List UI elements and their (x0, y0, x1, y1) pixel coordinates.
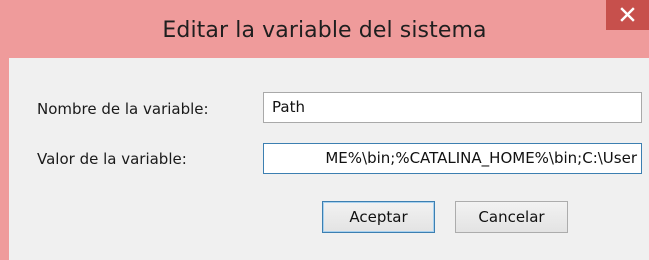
variable-name-label: Nombre de la variable: (37, 100, 209, 118)
variable-value-label: Valor de la variable: (37, 150, 187, 168)
window-title: Editar la variable del sistema (162, 18, 487, 43)
close-icon (620, 7, 635, 22)
title-bar[interactable]: Editar la variable del sistema (0, 0, 649, 58)
cancel-button[interactable]: Cancelar (455, 201, 568, 233)
variable-name-input[interactable]: Path (263, 92, 642, 123)
edit-system-variable-dialog: Editar la variable del sistema Nombre de… (0, 0, 649, 260)
ok-button[interactable]: Aceptar (322, 201, 435, 233)
close-button[interactable] (606, 0, 649, 30)
dialog-body: Nombre de la variable: Path Valor de la … (9, 58, 649, 260)
variable-value-input[interactable]: ME%\bin;%CATALINA_HOME%\bin;C:\User (263, 143, 642, 174)
variable-value-text: ME%\bin;%CATALINA_HOME%\bin;C:\User (325, 149, 637, 167)
